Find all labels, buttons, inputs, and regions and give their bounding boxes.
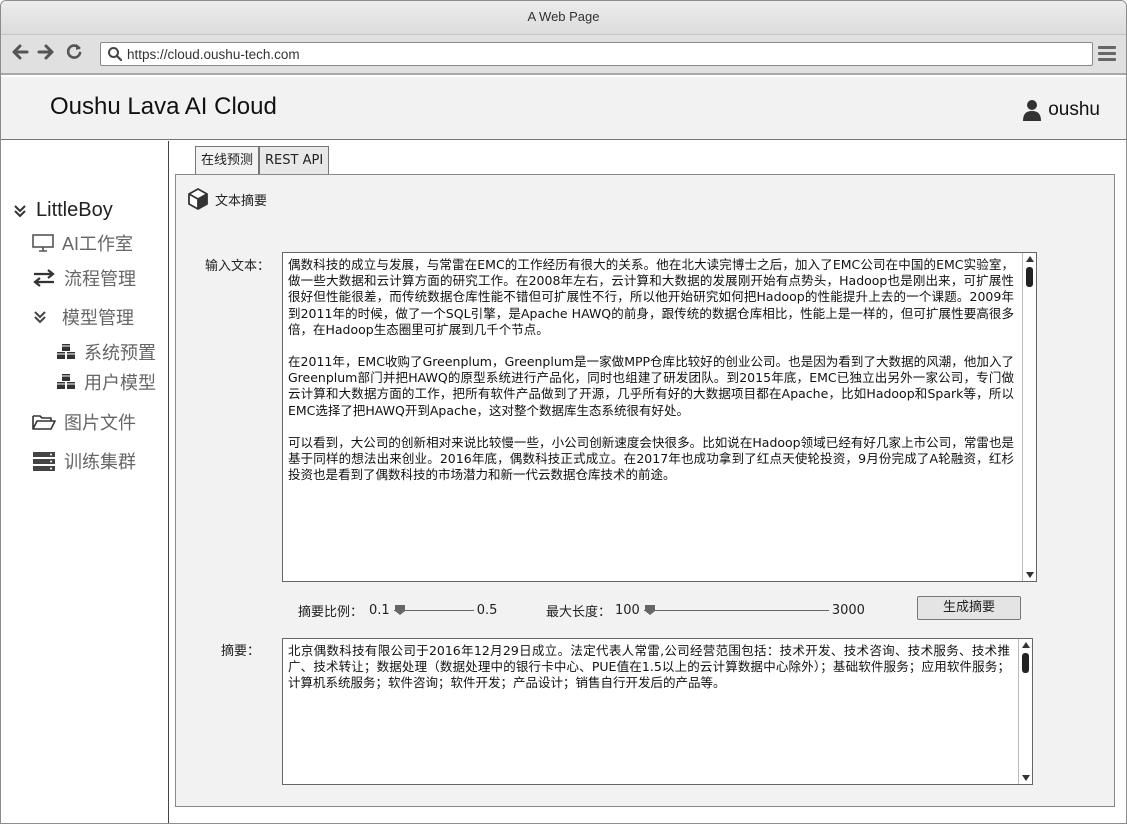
username: oushu — [1048, 99, 1100, 120]
server-icon — [33, 452, 55, 471]
sidebar-item-label: 模型管理 — [62, 308, 134, 328]
cube-icon — [188, 188, 208, 210]
chevron-double-down-icon — [34, 311, 46, 324]
ratio-slider[interactable] — [393, 605, 474, 615]
sidebar-item-workflow[interactable]: 流程管理 — [32, 265, 136, 291]
monitor-icon — [32, 234, 54, 252]
scroll-up-icon[interactable] — [1026, 256, 1034, 262]
input-textarea[interactable]: 偶数科技的成立与发展，与常雷在EMC的工作经历有很大的关系。他在北大读完博士之后… — [282, 252, 1037, 582]
reload-icon[interactable] — [63, 42, 85, 64]
browser-toolbar: https://cloud.oushu-tech.com — [1, 35, 1126, 75]
sidebar-root-label: LittleBoy — [36, 199, 113, 221]
user-menu[interactable]: oushu — [1023, 99, 1100, 121]
scroll-thumb[interactable] — [1022, 653, 1029, 673]
chevron-double-down-icon — [14, 204, 26, 217]
main-panel: 文本摘要 输入文本： 偶数科技的成立与发展，与常雷在EMC的工作经历有很大的关系… — [175, 174, 1115, 807]
sidebar-item-model-management[interactable]: 模型管理 — [32, 304, 134, 330]
brand-title: Oushu Lava AI Cloud — [50, 93, 277, 120]
address-bar[interactable]: https://cloud.oushu-tech.com — [100, 42, 1093, 66]
summary-label: 摘要： — [221, 644, 261, 659]
cubes-icon — [57, 344, 75, 359]
cubes-icon — [57, 374, 75, 389]
sidebar-item-ai-studio[interactable]: AI工作室 — [32, 230, 133, 256]
generate-summary-button[interactable]: 生成摘要 — [917, 596, 1021, 620]
maxlen-slider-row: 最大长度： 100 3000 — [546, 601, 865, 620]
forward-arrow-icon[interactable] — [35, 42, 57, 64]
maxlen-min: 100 — [615, 603, 640, 618]
tab-online-prediction[interactable]: 在线预测 — [195, 146, 260, 175]
ratio-slider-knob[interactable] — [394, 604, 406, 616]
panel-title-text: 文本摘要 — [215, 193, 268, 209]
sidebar-item-label: 训练集群 — [64, 452, 136, 472]
input-text-content: 偶数科技的成立与发展，与常雷在EMC的工作经历有很大的关系。他在北大读完博士之后… — [288, 257, 1014, 499]
summary-text-content: 北京偶数科技有限公司于2016年12月29日成立。法定代表人常雷,公司经营范围包… — [288, 643, 1010, 708]
app-header: Oushu Lava AI Cloud oushu — [1, 77, 1126, 140]
sidebar-item-label: 流程管理 — [64, 269, 136, 289]
maxlen-max: 3000 — [831, 603, 865, 618]
browser-window: A Web Page https://cloud.oushu-tech.com … — [0, 0, 1127, 824]
ratio-max: 0.5 — [476, 603, 498, 618]
sidebar-item-label: 用户模型 — [84, 373, 156, 393]
maxlen-slider[interactable] — [643, 605, 829, 615]
summary-paragraph: 北京偶数科技有限公司于2016年12月29日成立。法定代表人常雷,公司经营范围包… — [288, 643, 1010, 691]
scroll-up-icon[interactable] — [1022, 642, 1030, 648]
input-paragraph: 在2011年，EMC收购了Greenplum，Greenplum是一家做MPP仓… — [288, 354, 1014, 418]
sidebar-item-label: 图片文件 — [64, 413, 136, 433]
sidebar-item-label: AI工作室 — [62, 234, 134, 254]
panel-title: 文本摘要 — [187, 188, 267, 210]
sidebar-item-label: 系统预置 — [84, 343, 156, 363]
title-bar: A Web Page — [1, 1, 1126, 35]
input-scrollbar[interactable] — [1022, 253, 1036, 581]
back-arrow-icon[interactable] — [9, 42, 31, 64]
exchange-icon — [33, 269, 55, 287]
window-title: A Web Page — [527, 9, 600, 24]
tab-rest-api[interactable]: REST API — [259, 146, 330, 175]
sidebar-item-system-preset[interactable]: 系统预置 — [56, 339, 156, 365]
sidebar-root-littleboy[interactable]: LittleBoy — [12, 199, 113, 222]
maxlen-label: 最大长度： — [546, 605, 612, 620]
sidebar-item-image-files[interactable]: 图片文件 — [32, 409, 136, 435]
folder-open-icon — [32, 415, 56, 430]
user-icon — [1023, 100, 1042, 121]
input-paragraph: 偶数科技的成立与发展，与常雷在EMC的工作经历有很大的关系。他在北大读完博士之后… — [288, 257, 1014, 337]
sidebar-item-user-models[interactable]: 用户模型 — [56, 369, 156, 395]
maxlen-slider-knob[interactable] — [644, 604, 656, 616]
sidebar-item-training-cluster[interactable]: 训练集群 — [32, 448, 136, 474]
tab-bar: 在线预测 REST API — [195, 146, 330, 175]
ratio-slider-row: 摘要比例： 0.1 0.5 — [298, 601, 497, 620]
ratio-min: 0.1 — [369, 603, 390, 618]
summary-scrollbar[interactable] — [1018, 639, 1032, 784]
scroll-thumb[interactable] — [1026, 267, 1033, 287]
search-icon — [108, 47, 123, 62]
scroll-down-icon[interactable] — [1022, 775, 1030, 781]
ratio-label: 摘要比例： — [298, 605, 364, 620]
input-text-label: 输入文本： — [205, 259, 271, 274]
input-paragraph: 可以看到，大公司的创新相对来说比较慢一些，小公司创新速度会快很多。比如说在Had… — [288, 434, 1014, 483]
hamburger-menu-icon[interactable] — [1098, 46, 1116, 62]
summary-textarea[interactable]: 北京偶数科技有限公司于2016年12月29日成立。法定代表人常雷,公司经营范围包… — [282, 638, 1033, 785]
scroll-down-icon[interactable] — [1026, 572, 1034, 578]
url-text: https://cloud.oushu-tech.com — [127, 47, 300, 62]
sidebar: LittleBoy AI工作室 流程管理 模型管理 系统预置 用户模型 图片文件 — [1, 141, 169, 823]
